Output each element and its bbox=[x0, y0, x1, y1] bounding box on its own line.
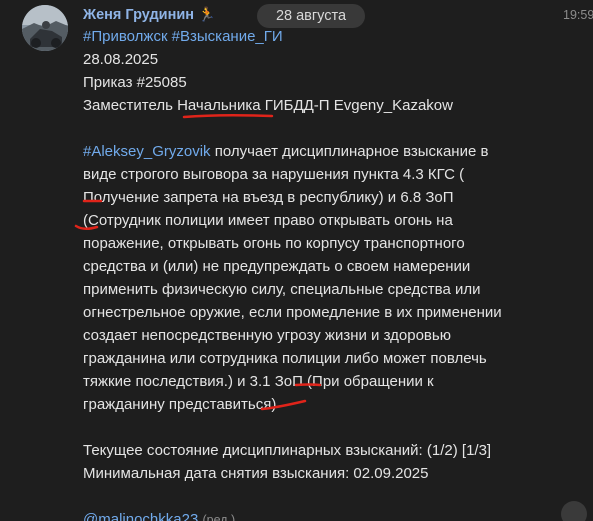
author-mention[interactable]: @malinochkka23 bbox=[83, 511, 198, 521]
body-line-2: виде строгого выговора за нарушения пунк… bbox=[83, 166, 465, 183]
sender-name[interactable]: Женя Грудинин bbox=[83, 7, 194, 23]
body-line-4: (Сотрудник полиции имеет право открывать… bbox=[83, 212, 453, 229]
body-line-6: средства и (или) не предупреждать о свое… bbox=[83, 258, 471, 275]
scroll-down-button[interactable] bbox=[561, 501, 587, 521]
body-line-1-text: получает дисциплинарное взыскание в bbox=[210, 143, 489, 160]
message-bubble: Женя Грудинин 🏃 #Приволжск #Взыскание_ГИ… bbox=[83, 5, 543, 521]
date-line: 28.08.2025 bbox=[83, 51, 159, 68]
body-line-7: применить физическую силу, специальные с… bbox=[83, 281, 481, 298]
sender-avatar[interactable] bbox=[22, 5, 68, 51]
body-line-12: гражданину представиться) bbox=[83, 396, 277, 413]
body-line-10: гражданина или сотрудника полиции либо м… bbox=[83, 350, 487, 367]
body-line-8: огнестрельное оружие, если промедление в… bbox=[83, 304, 502, 321]
status-line: Текущее состояние дисциплинарных взыскан… bbox=[83, 442, 492, 459]
body-line-9: создает непосредственную угрозу жизни и … bbox=[83, 327, 451, 344]
body-line-1: #Aleksey_Gryzovik получает дисциплинарно… bbox=[83, 140, 543, 163]
body-line-3: Получение запрета на въезд в республику)… bbox=[83, 189, 454, 206]
min-date-line: Минимальная дата снятия взыскания: 02.09… bbox=[83, 465, 429, 482]
body-line-5: поражение, открывать огонь по корпусу тр… bbox=[83, 235, 465, 252]
order-line: Приказ #25085 bbox=[83, 74, 187, 91]
body-line-11: тяжкие последствия.) и 3.1 ЗоП (При обра… bbox=[83, 373, 434, 390]
hashtags[interactable]: #Приволжск #Взыскание_ГИ bbox=[83, 25, 543, 48]
message-time: 19:59 bbox=[563, 8, 593, 22]
sender-name-line[interactable]: Женя Грудинин 🏃 bbox=[83, 5, 543, 24]
deputy-line: Заместитель Начальника ГИБДД-П Evgeny_Ka… bbox=[83, 97, 453, 114]
edited-label: (ред.) bbox=[202, 513, 236, 521]
subject-mention[interactable]: #Aleksey_Gryzovik bbox=[83, 143, 211, 160]
runner-emoji: 🏃 bbox=[198, 6, 216, 22]
author-line: @malinochkka23 (ред.) bbox=[83, 508, 543, 521]
avatar-photo bbox=[22, 5, 68, 51]
